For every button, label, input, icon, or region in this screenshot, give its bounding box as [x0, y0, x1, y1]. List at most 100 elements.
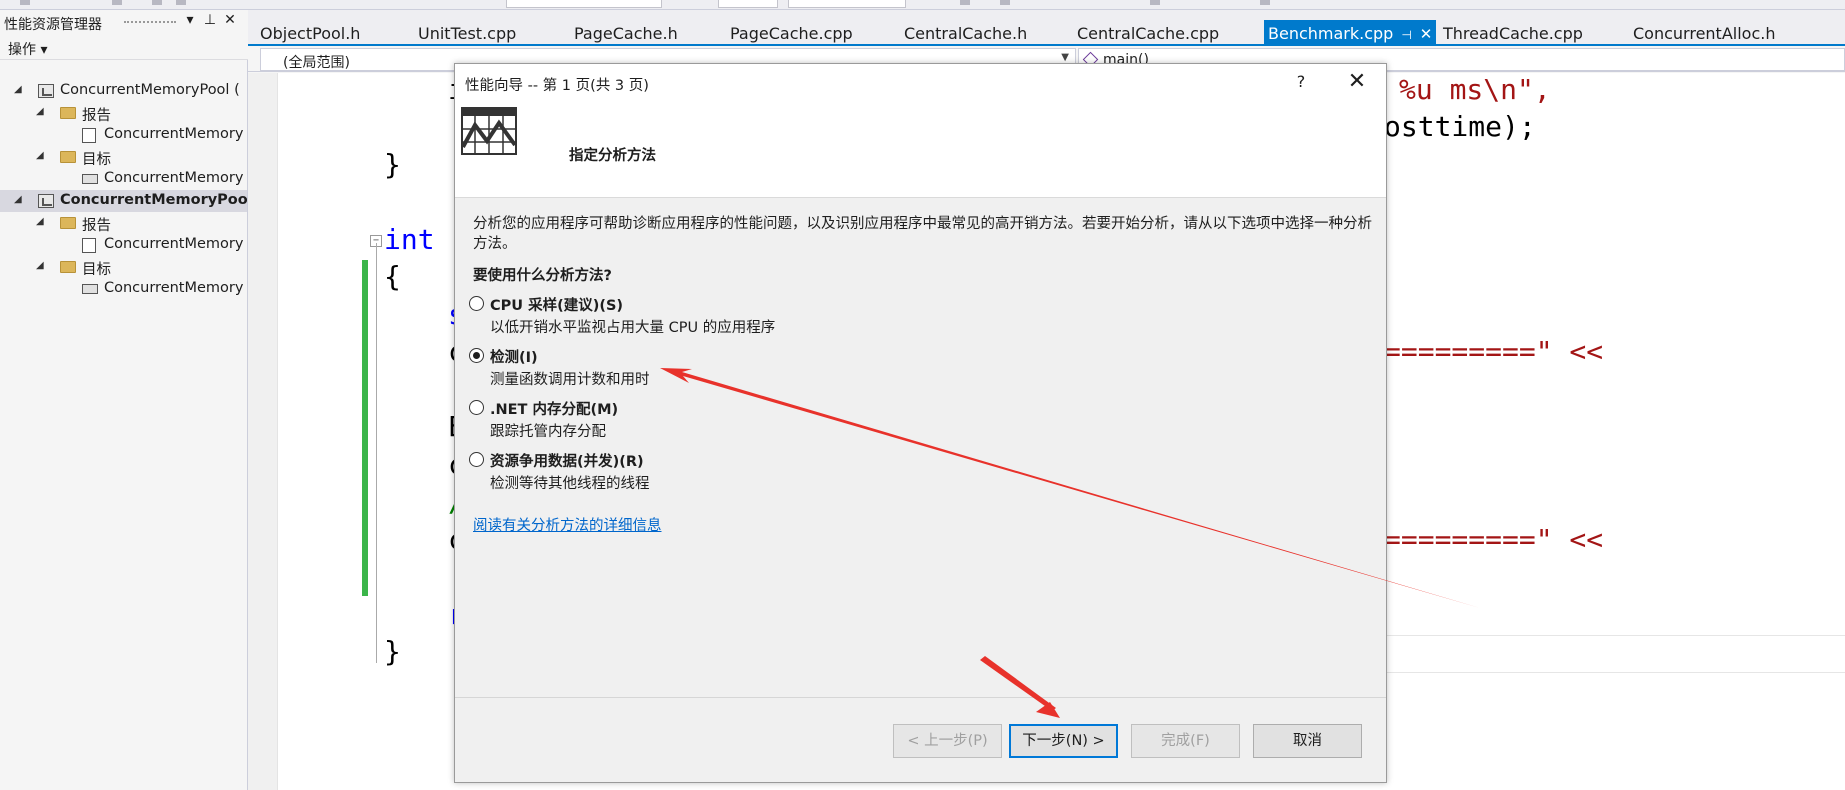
- fold-guide: [376, 243, 377, 663]
- change-indicator: [362, 260, 368, 596]
- tab-pagecache-h[interactable]: PageCache.h: [574, 24, 678, 46]
- toolbar-icon[interactable]: [960, 0, 970, 5]
- expand-arrow-icon[interactable]: ◢: [14, 194, 22, 205]
- tab-benchmark-cpp[interactable]: Benchmark.cpp ⊣ ✕: [1264, 20, 1437, 46]
- tree-item-label: ConcurrentMemory: [104, 170, 244, 186]
- tab-label: ObjectPool.h: [260, 24, 361, 43]
- tree-item-folder[interactable]: ◢ 报告: [0, 102, 247, 124]
- question-label: 要使用什么分析方法?: [473, 268, 612, 284]
- intro-text: 分析您的应用程序可帮助诊断应用程序的性能问题，以及识别应用程序中最常见的高开销方…: [473, 216, 1372, 252]
- next-button[interactable]: 下一步(N) >: [1009, 724, 1118, 758]
- tab-pin-icon[interactable]: ⊣: [1401, 28, 1411, 42]
- document-tab-bar: ObjectPool.h UnitTest.cpp PageCache.h Pa…: [248, 10, 1845, 46]
- tab-close-icon[interactable]: ✕: [1420, 25, 1433, 43]
- tab-centralcache-cpp[interactable]: CentralCache.cpp: [1077, 24, 1219, 46]
- radio-concurrency[interactable]: [469, 452, 484, 467]
- dialog-title: 性能向导 -- 第 1 页(共 3 页): [465, 78, 649, 94]
- panel-header: 性能资源管理器 ▾ ⊥ ✕: [0, 10, 248, 34]
- help-button[interactable]: ?: [1291, 72, 1311, 91]
- tab-objectpool-h[interactable]: ObjectPool.h: [260, 24, 360, 46]
- chevron-down-icon: ▼: [1061, 52, 1069, 63]
- tab-centralcache-h[interactable]: CentralCache.h: [904, 24, 1027, 46]
- panel-menu-icon[interactable]: ▾: [182, 12, 198, 28]
- report-icon: [82, 238, 96, 253]
- panel-close-icon[interactable]: ✕: [222, 12, 238, 28]
- tree-item-label: ConcurrentMemory: [104, 280, 244, 296]
- code-text: }: [384, 635, 401, 668]
- toolbar-icon[interactable]: [176, 0, 186, 5]
- expand-arrow-icon[interactable]: ◢: [36, 260, 44, 271]
- option-cpu-sampling[interactable]: CPU 采样(建议)(S) 以低开销水平监视占用大量 CPU 的应用程序: [469, 294, 1069, 338]
- dialog-header: 指定分析方法: [455, 100, 1386, 198]
- page-heading: 指定分析方法: [569, 148, 656, 164]
- drag-grip[interactable]: [124, 21, 176, 25]
- performance-tree: ◢ ConcurrentMemoryPool (◢ 报告 ConcurrentMemo…: [0, 80, 247, 300]
- dialog-close-button[interactable]: ✕: [1345, 69, 1369, 94]
- tree-item-target[interactable]: ConcurrentMemory: [0, 168, 247, 190]
- option-description: 以低开销水平监视占用大量 CPU 的应用程序: [490, 320, 776, 336]
- tab-label: ThreadCache.cpp: [1443, 24, 1583, 43]
- previous-button[interactable]: < 上一步(P): [893, 724, 1002, 758]
- learn-more-link[interactable]: 阅读有关分析方法的详细信息: [473, 514, 662, 535]
- option-concurrency[interactable]: 资源争用数据(并发)(R) 检测等待其他线程的线程: [469, 450, 1069, 494]
- option-description: 检测等待其他线程的线程: [490, 476, 650, 492]
- code-text: %u ms\n",: [1399, 73, 1551, 106]
- finish-button[interactable]: 完成(F): [1131, 724, 1240, 758]
- tree-item-target[interactable]: ConcurrentMemory: [0, 278, 247, 300]
- code-keyword: int: [384, 223, 435, 256]
- tree-item-label: 报告: [82, 108, 111, 124]
- toolbar-config-select[interactable]: [506, 0, 662, 8]
- actions-menu[interactable]: 操作 ▾: [8, 39, 47, 59]
- dialog-titlebar[interactable]: 性能向导 -- 第 1 页(共 3 页) ? ✕: [455, 64, 1386, 100]
- tree-item-project[interactable]: ◢ ConcurrentMemoryPool: [0, 190, 247, 212]
- tree-item-report[interactable]: ConcurrentMemory: [0, 234, 247, 256]
- actions-bar: 操作 ▾: [0, 34, 248, 60]
- radio-instrumentation[interactable]: [469, 348, 484, 363]
- report-icon: [82, 128, 96, 143]
- tree-item-project[interactable]: ◢ ConcurrentMemoryPool (: [0, 80, 247, 102]
- option-dotnet-memory[interactable]: .NET 内存分配(M) 跟踪托管内存分配: [469, 398, 1069, 442]
- tree-item-folder[interactable]: ◢ 报告: [0, 212, 247, 234]
- tab-unittest-cpp[interactable]: UnitTest.cpp: [418, 24, 516, 46]
- tree-item-label: 目标: [82, 152, 111, 168]
- expand-arrow-icon[interactable]: ◢: [36, 150, 44, 161]
- tree-item-folder[interactable]: ◢ 目标: [0, 256, 247, 278]
- option-instrumentation[interactable]: 检测(I) 测量函数调用计数和用时: [469, 346, 1069, 390]
- folder-icon: [60, 217, 76, 229]
- tree-item-report[interactable]: ConcurrentMemory: [0, 124, 247, 146]
- tab-label: CentralCache.cpp: [1077, 24, 1220, 43]
- toolbar-icon[interactable]: [20, 0, 30, 5]
- tab-threadcache-cpp[interactable]: ThreadCache.cpp: [1443, 24, 1583, 46]
- toolbar-platform-select[interactable]: [718, 0, 778, 8]
- project-icon: [38, 84, 54, 98]
- cancel-button[interactable]: 取消: [1253, 724, 1362, 758]
- code-text: =========" <<: [1384, 335, 1604, 368]
- tree-item-label: ConcurrentMemory: [104, 236, 244, 252]
- radio-dotnet-memory[interactable]: [469, 400, 484, 415]
- tree-item-label: ConcurrentMemory: [104, 126, 244, 142]
- tree-item-folder[interactable]: ◢ 目标: [0, 146, 247, 168]
- tab-pagecache-cpp[interactable]: PageCache.cpp: [730, 24, 853, 46]
- tab-label: PageCache.h: [574, 24, 678, 43]
- toolbar-icon[interactable]: [1000, 0, 1010, 5]
- toolbar-run-select[interactable]: [788, 0, 906, 8]
- expand-arrow-icon[interactable]: ◢: [14, 84, 22, 95]
- tab-label: PageCache.cpp: [730, 24, 853, 43]
- expand-arrow-icon[interactable]: ◢: [36, 216, 44, 227]
- ide-window: 性能资源管理器 ▾ ⊥ ✕ 操作 ▾ ◢ ConcurrentMemoryPool…: [0, 0, 1845, 790]
- pin-icon[interactable]: ⊥: [202, 12, 218, 28]
- scope-value: (全局范围): [283, 55, 350, 71]
- target-icon: [82, 174, 98, 184]
- chart-wizard-icon: [461, 107, 517, 155]
- tab-concurrentalloc-h[interactable]: ConcurrentAlloc.h: [1633, 24, 1775, 46]
- toolbar-icon[interactable]: [1260, 0, 1270, 5]
- project-icon: [38, 194, 54, 208]
- toolbar-icon[interactable]: [152, 0, 162, 5]
- option-description: 测量函数调用计数和用时: [490, 372, 650, 388]
- toolbar-icon[interactable]: [112, 0, 122, 5]
- tree-item-label: ConcurrentMemoryPool (: [60, 82, 240, 98]
- radio-cpu-sampling[interactable]: [469, 296, 484, 311]
- expand-arrow-icon[interactable]: ◢: [36, 106, 44, 117]
- toolbar-icon[interactable]: [1150, 0, 1160, 5]
- option-title: .NET 内存分配(M): [490, 402, 619, 418]
